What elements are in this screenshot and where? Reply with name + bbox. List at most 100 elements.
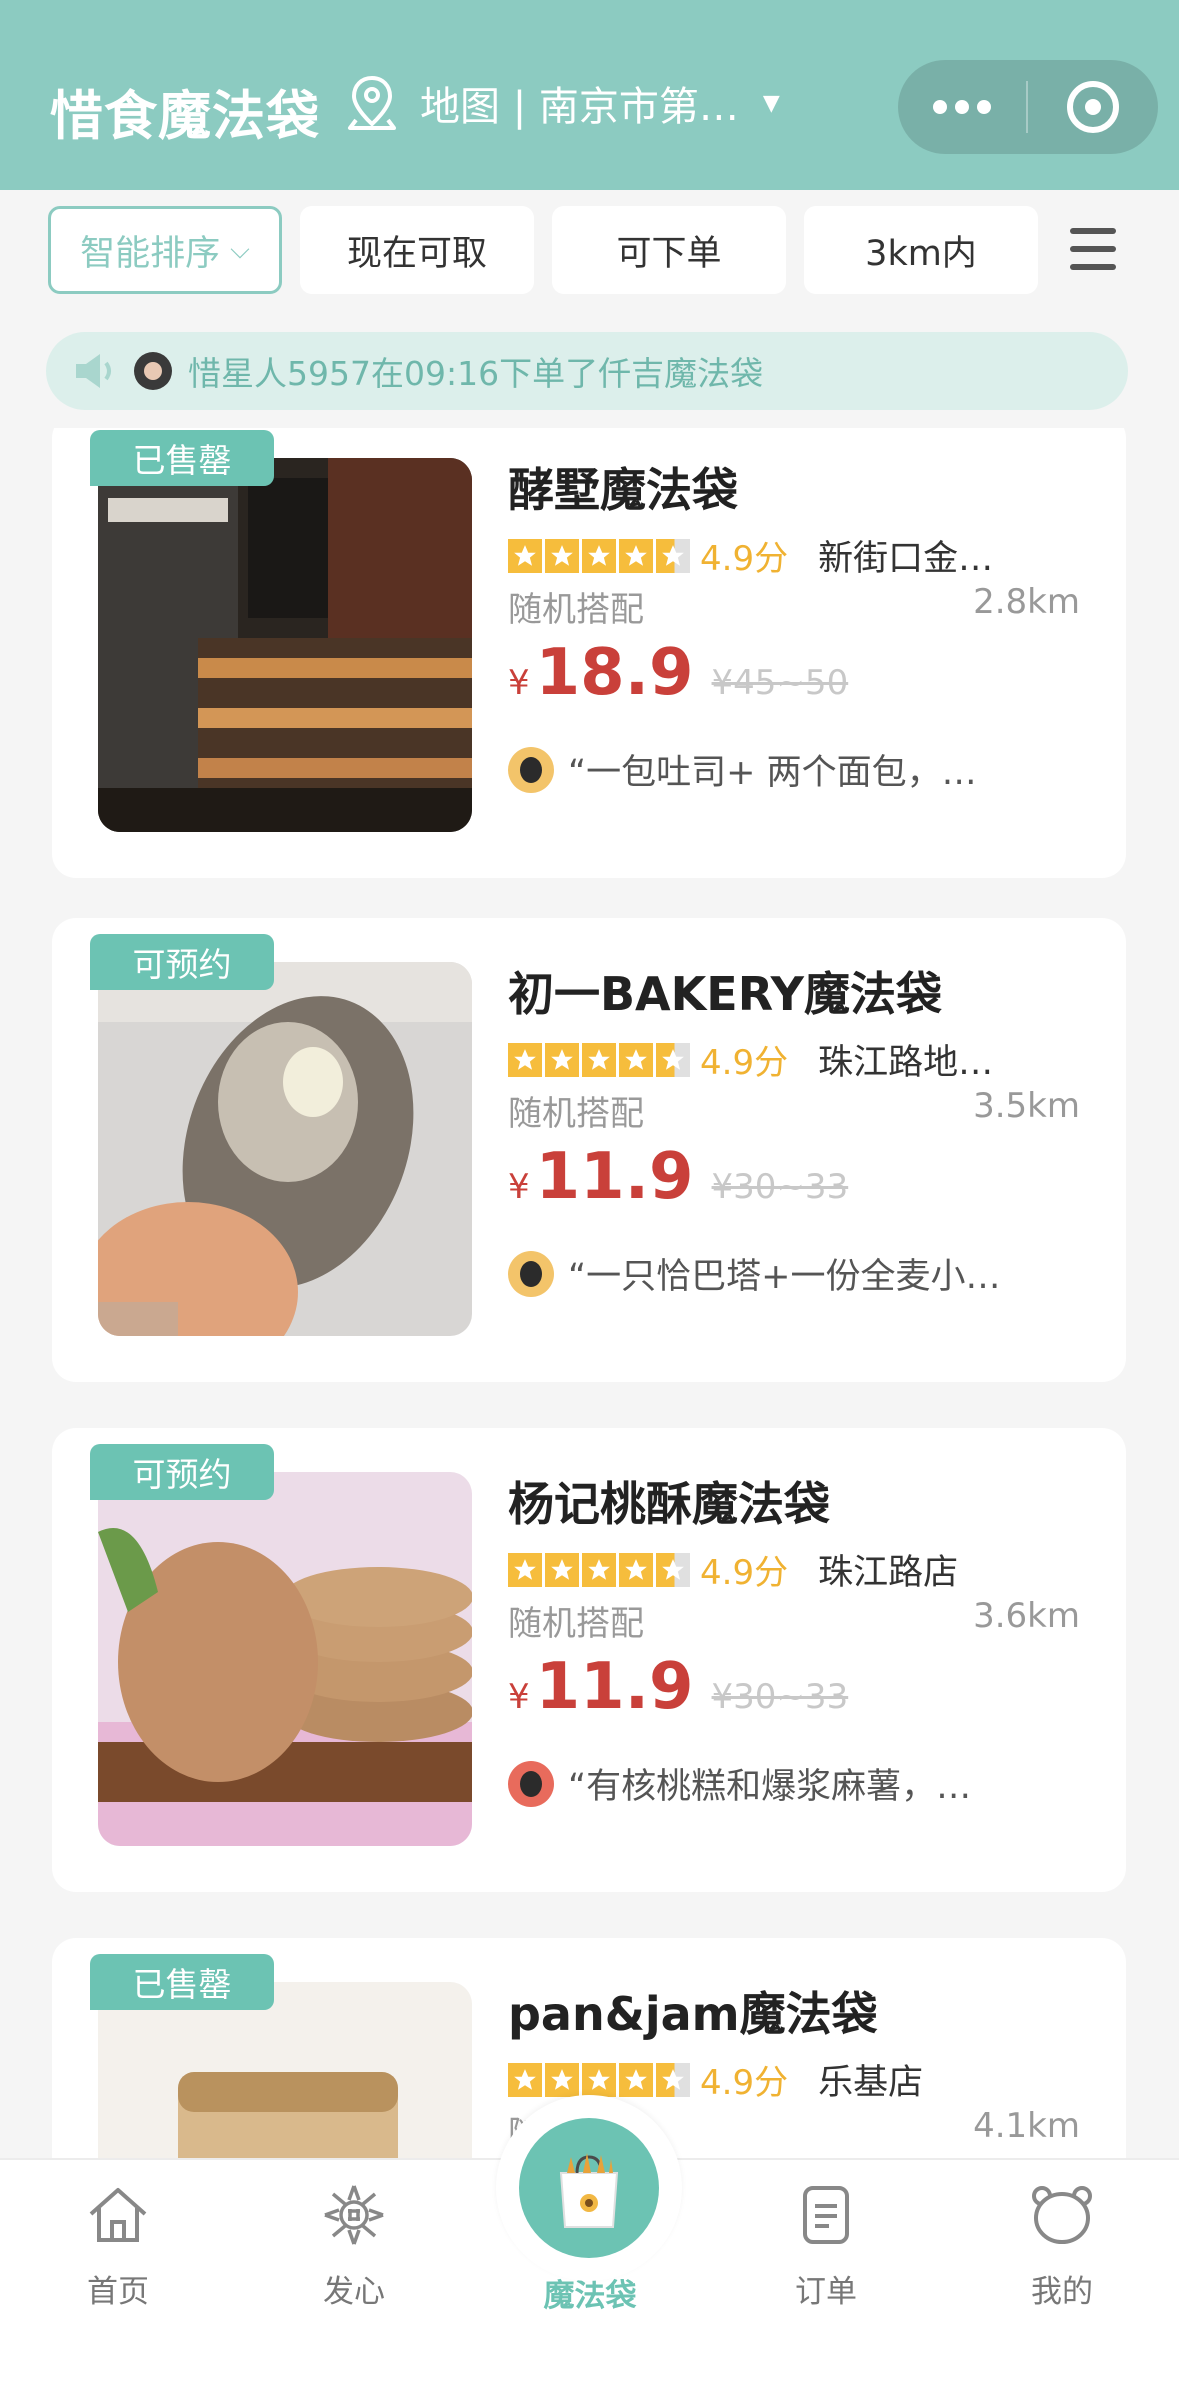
rating-score: 4.9分	[700, 2063, 789, 2103]
home-icon	[89, 2188, 147, 2242]
status-badge: 可预约	[90, 934, 274, 990]
more-icon[interactable]	[898, 100, 1026, 114]
bag-type: 随机搭配	[508, 1604, 644, 1644]
rating-score: 4.9分	[700, 1043, 789, 1083]
tab-label: 订单	[795, 2274, 857, 2310]
avatar	[134, 352, 172, 390]
tab-orders[interactable]: 订单	[746, 2180, 906, 2311]
filter-chip-label: 可下单	[616, 233, 722, 274]
tab-profile[interactable]: 我的	[982, 2180, 1142, 2311]
store-photo	[98, 458, 472, 832]
store-photo	[98, 1472, 472, 1846]
distance: 3.6km	[973, 1596, 1080, 1636]
mini-program-capsule	[898, 60, 1158, 154]
store-card[interactable]: 可预约 杨记桃酥魔法袋 4.9分 珠江路店 随机搭配 3.6km ¥ 11.9 …	[52, 1428, 1126, 1892]
bag-type: 随机搭配	[508, 1094, 644, 1134]
filter-chip-orderable[interactable]: 可下单	[552, 206, 786, 294]
star-half-icon	[656, 1042, 690, 1077]
reviewer-avatar	[508, 1760, 554, 1807]
review-text: “一包吐司+ 两个面包，…	[568, 753, 977, 793]
star-icon	[545, 1042, 579, 1077]
star-icon	[508, 538, 542, 573]
review-snippet: “一只恰巴塔+一份全麦小…	[508, 1248, 1000, 1299]
menu-icon[interactable]	[1070, 228, 1116, 270]
tab-faxin[interactable]: 发心	[274, 2180, 434, 2311]
speaker-icon	[76, 354, 111, 388]
rating-row: 4.9分 珠江路店	[508, 1544, 958, 1595]
star-icon	[508, 1042, 542, 1077]
rating-row: 4.9分 新街口金…	[508, 530, 993, 581]
star-icon	[619, 1042, 653, 1077]
magic-bag-icon	[559, 2153, 619, 2228]
price-value: 11.9	[535, 1140, 694, 1214]
caret-down-icon: ▼	[762, 90, 780, 116]
rating-row: 4.9分 珠江路地…	[508, 1034, 993, 1085]
target-icon[interactable]	[1028, 81, 1158, 133]
tab-label: 我的	[1031, 2274, 1093, 2310]
star-half-icon	[656, 538, 690, 573]
tab-home[interactable]: 首页	[38, 2180, 198, 2311]
magic-bag-center-button[interactable]	[496, 2095, 682, 2281]
star-icon	[582, 2062, 616, 2097]
star-rating	[508, 1552, 690, 1587]
map-pin-icon	[348, 75, 396, 130]
price-value: 18.9	[535, 636, 694, 710]
sort-dropdown[interactable]: 智能排序 ⌵	[48, 206, 282, 294]
store-name: 酵墅魔法袋	[508, 463, 738, 517]
star-half-icon	[656, 2062, 690, 2097]
location-selector[interactable]: 地图 | 南京市第… ▼	[346, 74, 780, 132]
store-location: 珠江路店	[818, 1553, 959, 1593]
price: ¥ 18.9 ¥45~50	[508, 636, 848, 710]
status-badge: 已售罄	[90, 1954, 274, 2010]
star-icon	[582, 538, 616, 573]
distance: 3.5km	[973, 1086, 1080, 1126]
store-photo	[98, 962, 472, 1336]
tab-label: 发心	[323, 2274, 385, 2310]
status-badge: 可预约	[90, 1444, 274, 1500]
original-price: ¥45~50	[711, 663, 849, 703]
status-badge: 已售罄	[90, 430, 274, 486]
star-icon	[619, 1552, 653, 1587]
distance: 4.1km	[973, 2106, 1080, 2146]
filter-bar: 智能排序 ⌵ 现在可取 可下单 3km内	[0, 190, 1179, 320]
location-text: 地图 | 南京市第…	[420, 84, 739, 130]
original-price: ¥30~33	[711, 1167, 849, 1207]
notice-text: 惜星人5957在09:16下单了仟吉魔法袋	[188, 354, 764, 393]
review-snippet: “有核桃糕和爆浆麻薯，…	[508, 1758, 971, 1809]
reviewer-avatar	[508, 746, 554, 793]
price: ¥ 11.9 ¥30~33	[508, 1650, 848, 1724]
filter-chip-available-now[interactable]: 现在可取	[300, 206, 534, 294]
store-card[interactable]: 可预约 初一BAKERY魔法袋 4.9分 珠江路地… 随机搭配 3.5km ¥ …	[52, 918, 1126, 1382]
star-icon	[619, 2062, 653, 2097]
star-half-icon	[656, 1552, 690, 1587]
review-snippet: “一包吐司+ 两个面包，…	[508, 744, 977, 795]
sunflower-icon	[324, 2185, 384, 2245]
currency-symbol: ¥	[508, 1677, 530, 1717]
price: ¥ 11.9 ¥30~33	[508, 1140, 848, 1214]
store-name: pan&jam魔法袋	[508, 1987, 878, 2041]
star-icon	[619, 538, 653, 573]
profile-icon	[1032, 2186, 1092, 2244]
star-icon	[545, 538, 579, 573]
store-location: 珠江路地…	[818, 1043, 994, 1083]
chevron-down-icon: ⌵	[230, 234, 250, 265]
star-icon	[508, 2062, 542, 2097]
store-card[interactable]: 已售罄 酵墅魔法袋 4.9分 新街口金… 随机搭配 2.8km ¥ 18.9 ¥…	[52, 428, 1126, 878]
order-icon	[803, 2186, 849, 2244]
star-icon	[582, 1552, 616, 1587]
app-root: 惜食魔法袋 地图 | 南京市第… ▼ 智能排序 ⌵ 现在可取 可下单 3km内	[0, 0, 1179, 2383]
order-notice-banner: 惜星人5957在09:16下单了仟吉魔法袋	[46, 332, 1128, 410]
star-icon	[545, 1552, 579, 1587]
app-title: 惜食魔法袋	[50, 86, 320, 147]
store-location: 新街口金…	[818, 539, 994, 579]
review-text: “一只恰巴塔+一份全麦小…	[568, 1257, 1001, 1297]
bag-type: 随机搭配	[508, 590, 644, 630]
sort-label: 智能排序	[80, 233, 221, 274]
review-text: “有核桃糕和爆浆麻薯，…	[568, 1767, 972, 1807]
tab-label: 首页	[87, 2274, 149, 2310]
filter-chip-within-3km[interactable]: 3km内	[804, 206, 1038, 294]
reviewer-avatar	[508, 1250, 554, 1297]
store-location: 乐基店	[818, 2063, 924, 2103]
price-value: 11.9	[535, 1650, 694, 1724]
store-list[interactable]: 已售罄 酵墅魔法袋 4.9分 新街口金… 随机搭配 2.8km ¥ 18.9 ¥…	[0, 428, 1179, 2158]
